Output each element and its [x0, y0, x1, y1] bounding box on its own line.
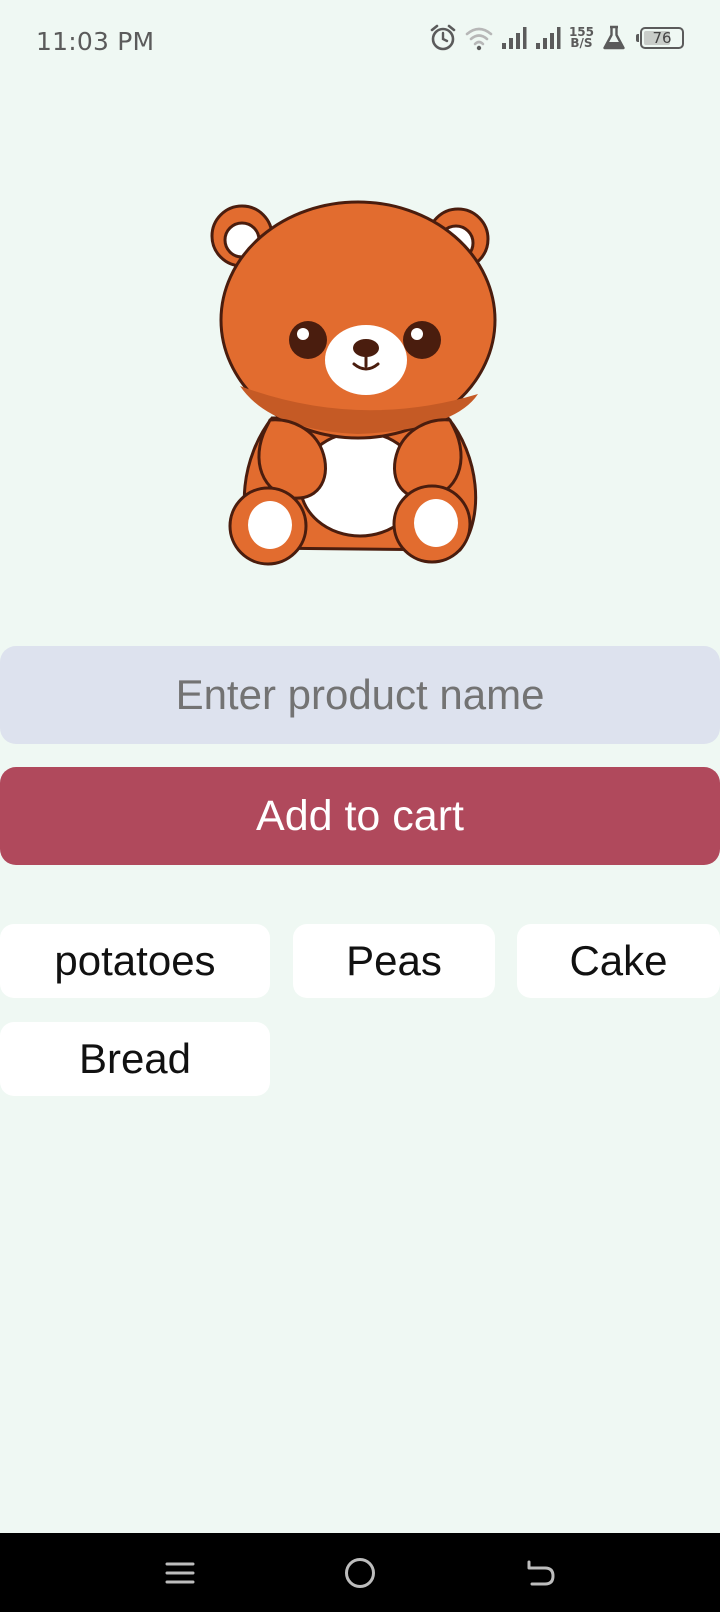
cart-item-chip[interactable]: Peas [293, 924, 495, 998]
navigation-bar [0, 1533, 720, 1612]
battery-level-text: 76 [652, 29, 672, 47]
status-bar: 11:03 PM 155 B/S 76 [0, 0, 720, 84]
alarm-icon [429, 24, 457, 52]
product-name-input[interactable] [0, 646, 720, 744]
back-button[interactable] [518, 1551, 562, 1595]
battery-icon: 76 [636, 27, 684, 49]
net-speed-unit: B/S [570, 36, 593, 50]
teddy-bear-illustration [210, 200, 497, 566]
status-icons: 155 B/S 76 [429, 24, 684, 52]
status-time: 11:03 PM [36, 27, 155, 56]
lab-flask-icon [602, 25, 626, 51]
signal-icon [501, 26, 527, 50]
add-to-cart-button[interactable]: Add to cart [0, 767, 720, 865]
wifi-icon [465, 25, 493, 51]
home-button[interactable] [338, 1551, 382, 1595]
home-icon [345, 1558, 375, 1588]
cart-item-chip[interactable]: potatoes [0, 924, 270, 998]
cart-item-chip[interactable]: Cake [517, 924, 720, 998]
signal-icon [535, 26, 561, 50]
menu-button[interactable] [158, 1551, 202, 1595]
cart-item-chip[interactable]: Bread [0, 1022, 270, 1096]
net-speed: 155 B/S [569, 26, 594, 50]
menu-icon [165, 1562, 195, 1584]
back-icon [527, 1560, 555, 1586]
